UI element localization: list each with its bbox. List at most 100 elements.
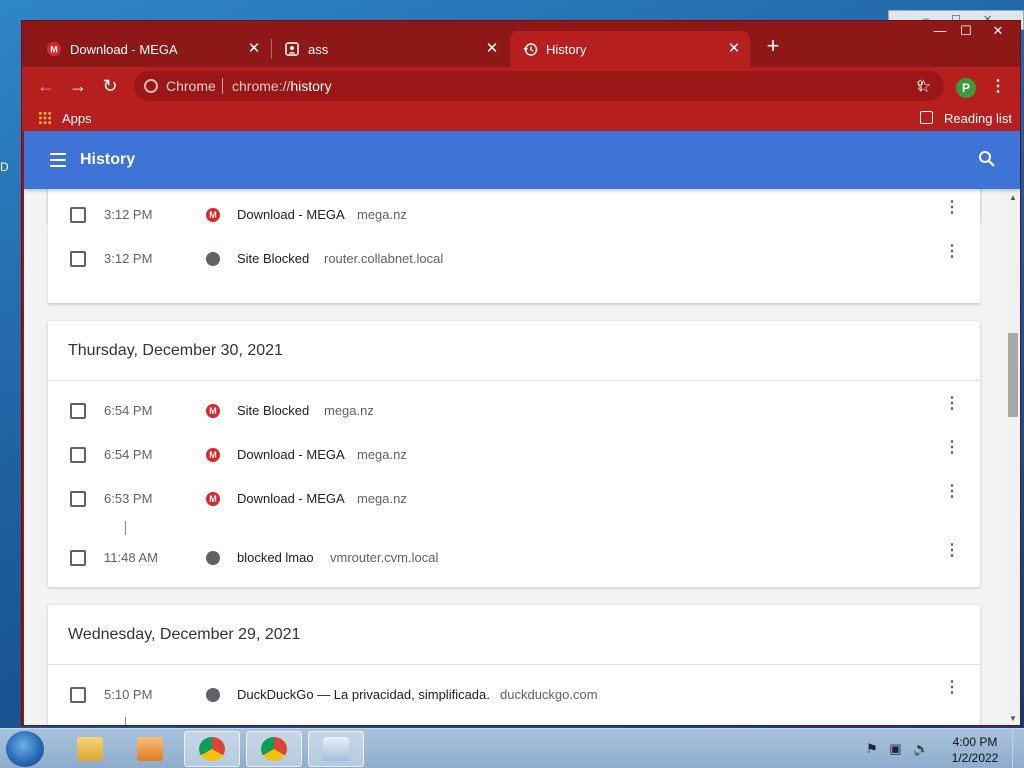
row-domain: mega.nz	[357, 207, 407, 222]
tab-close-icon[interactable]: ✕	[246, 41, 262, 57]
scroll-up-icon[interactable]: ▲	[1009, 193, 1017, 202]
row-title[interactable]: Download - MEGA	[237, 207, 345, 222]
omnibox-scheme: Chrome	[166, 78, 216, 94]
row-checkbox[interactable]	[70, 251, 86, 267]
more-actions-icon[interactable]: ⋮	[944, 680, 960, 696]
chrome-profile-icon	[261, 737, 287, 761]
row-checkbox[interactable]	[70, 550, 86, 566]
reading-list-icon[interactable]	[920, 111, 933, 124]
tab-download-mega[interactable]: M Download - MEGA ✕	[34, 31, 270, 67]
row-domain: mega.nz	[357, 491, 407, 506]
row-title[interactable]: Site Blocked	[237, 251, 309, 266]
show-desktop-button[interactable]	[1012, 729, 1024, 768]
clock-date: 1/2/2022	[951, 751, 999, 765]
tab-strip: M Download - MEGA ✕ ass ✕ History ✕ + — …	[22, 21, 1020, 67]
history-page: History 3:12 PM M Download - MEGA mega.n…	[24, 131, 1020, 725]
taskbar-clock[interactable]: 4:00 PM 1/2/2022	[944, 734, 1006, 766]
row-domain: router.collabnet.local	[324, 251, 444, 266]
address-bar[interactable]: Chrome chrome://history ⇪	[134, 71, 944, 101]
taskbar-chrome[interactable]	[184, 731, 240, 767]
history-row[interactable]: 3:12 PM M Download - MEGA mega.nz ⋮	[48, 193, 980, 237]
profile-avatar[interactable]: P	[956, 78, 976, 98]
bookmarks-bar: Apps Reading list	[22, 105, 1020, 131]
more-actions-icon[interactable]: ⋮	[944, 484, 960, 500]
day-heading: Wednesday, December 29, 2021	[48, 605, 980, 665]
mega-icon: M	[206, 404, 220, 418]
session-gap-line	[48, 717, 980, 725]
more-actions-icon[interactable]: ⋮	[944, 244, 960, 260]
row-title[interactable]: blocked lmao	[237, 550, 314, 565]
row-title[interactable]: Site Blocked	[237, 403, 309, 418]
history-row[interactable]: 3:12 PM Site Blocked router.collabnet.lo…	[48, 237, 980, 281]
volume-icon[interactable]: 🔈	[913, 741, 929, 756]
row-time: 11:48 AM	[104, 550, 158, 565]
row-title[interactable]: DuckDuckGo — La privacidad, simplificada…	[237, 687, 490, 702]
history-card-thursday: Thursday, December 30, 2021 6:54 PM M Si…	[48, 321, 980, 587]
taskbar: ⚑ ▣ 🔈 4:00 PM 1/2/2022	[0, 728, 1024, 768]
tab-close-icon[interactable]: ✕	[484, 41, 500, 57]
row-checkbox[interactable]	[70, 447, 86, 463]
tab-label: History	[546, 41, 587, 57]
row-time: 6:54 PM	[104, 403, 153, 418]
reload-button[interactable]: ↻	[96, 72, 124, 100]
row-checkbox[interactable]	[70, 687, 86, 703]
url-prefix: chrome://	[232, 78, 291, 94]
row-time: 3:12 PM	[104, 207, 153, 222]
maximize-button[interactable]: ☐	[952, 21, 980, 41]
close-window-button[interactable]: ✕	[984, 21, 1012, 41]
taskbar-chrome-profile[interactable]	[246, 731, 302, 767]
minimize-button[interactable]: —	[926, 21, 954, 41]
apps-grid-icon[interactable]	[38, 111, 52, 125]
row-title[interactable]: Download - MEGA	[237, 491, 345, 506]
more-actions-icon[interactable]: ⋮	[944, 543, 960, 559]
url-path: history	[290, 78, 332, 94]
page-scrollbar[interactable]: ▲ ▼	[1006, 189, 1020, 725]
row-title[interactable]: Download - MEGA	[237, 447, 345, 462]
page-title: History	[80, 151, 136, 168]
reading-list-button[interactable]: Reading list	[944, 111, 1012, 126]
new-tab-button[interactable]: +	[762, 35, 784, 57]
row-domain: duckduckgo.com	[500, 687, 598, 702]
start-button[interactable]	[6, 731, 44, 767]
tab-history[interactable]: History ✕	[510, 31, 750, 67]
apps-shortcut[interactable]: Apps	[62, 111, 92, 126]
back-button[interactable]: ←	[32, 72, 60, 100]
row-domain: mega.nz	[324, 403, 374, 418]
history-row[interactable]: 11:48 AM blocked lmao vmrouter.cvm.local…	[48, 536, 980, 580]
row-time: 3:12 PM	[104, 251, 153, 266]
row-checkbox[interactable]	[70, 491, 86, 507]
menu-icon[interactable]	[50, 153, 66, 167]
taskbar-explorer[interactable]	[62, 731, 118, 767]
history-row[interactable]: 6:54 PM M Download - MEGA mega.nz ⋮	[48, 433, 980, 477]
tab-ass[interactable]: ass ✕	[272, 31, 508, 67]
history-row[interactable]: 5:10 PM DuckDuckGo — La privacidad, simp…	[48, 673, 980, 717]
tab-label: ass	[308, 41, 329, 57]
history-row[interactable]: 6:53 PM M Download - MEGA mega.nz ⋮	[48, 477, 980, 521]
session-gap-line	[48, 521, 980, 536]
scrollbar-thumb[interactable]	[1008, 333, 1018, 417]
row-time: 6:53 PM	[104, 491, 153, 506]
history-row[interactable]: 6:54 PM M Site Blocked mega.nz ⋮	[48, 389, 980, 433]
row-checkbox[interactable]	[70, 207, 86, 223]
chrome-menu-icon[interactable]: ⋮	[990, 76, 1006, 96]
more-actions-icon[interactable]: ⋮	[944, 200, 960, 216]
taskbar-notepad[interactable]	[308, 731, 364, 767]
row-checkbox[interactable]	[70, 403, 86, 419]
network-icon[interactable]: ▣	[889, 741, 901, 756]
history-icon	[522, 41, 538, 57]
tab-close-icon[interactable]: ✕	[726, 41, 742, 57]
history-card-wednesday: Wednesday, December 29, 2021 5:10 PM Duc…	[48, 605, 980, 725]
search-icon[interactable]	[978, 150, 996, 168]
row-time: 5:10 PM	[104, 687, 153, 702]
more-actions-icon[interactable]: ⋮	[944, 440, 960, 456]
chrome-site-icon[interactable]	[144, 79, 158, 93]
row-domain: vmrouter.cvm.local	[330, 550, 439, 565]
forward-button[interactable]: →	[64, 72, 92, 100]
bookmark-star-icon[interactable]: ☆	[916, 77, 931, 97]
omnibox-url[interactable]: chrome://history	[232, 78, 332, 94]
row-time: 6:54 PM	[104, 447, 153, 462]
taskbar-media-player[interactable]	[122, 731, 178, 767]
flag-icon[interactable]: ⚑	[866, 741, 878, 756]
scroll-down-icon[interactable]: ▼	[1009, 714, 1017, 723]
more-actions-icon[interactable]: ⋮	[944, 396, 960, 412]
